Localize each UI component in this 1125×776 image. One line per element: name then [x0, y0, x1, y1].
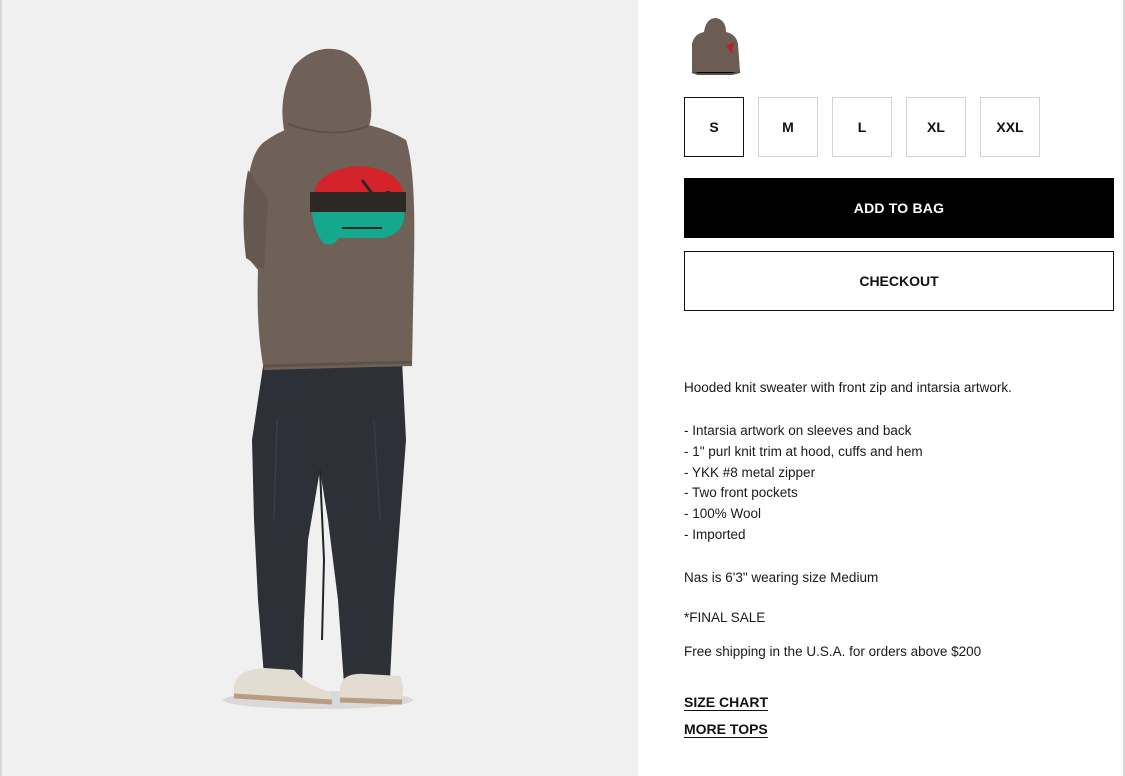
size-selector: S M L XL XXL [684, 97, 1040, 157]
feature-item: - Two front pockets [684, 485, 798, 501]
more-tops-link[interactable]: MORE TOPS [684, 716, 768, 743]
product-description: Hooded knit sweater with front zip and i… [684, 378, 1104, 662]
size-option-xl[interactable]: XL [906, 97, 966, 157]
size-chart-link[interactable]: SIZE CHART [684, 689, 768, 716]
sweater-thumbnail-image [691, 18, 741, 75]
size-option-m[interactable]: M [758, 97, 818, 157]
sweater [243, 48, 415, 371]
feature-item: - Intarsia artwork on sleeves and back [684, 423, 912, 438]
product-image[interactable] [2, 0, 638, 776]
product-details-panel: S M L XL XXL ADD TO BAG CHECKOUT Hooded … [638, 0, 1125, 776]
shipping-note: Free shipping in the U.S.A. for orders a… [684, 643, 982, 659]
checkout-button[interactable]: CHECKOUT [684, 251, 1114, 311]
feature-item: - 1" purl knit trim at hood, cuffs and h… [684, 443, 923, 459]
description-intro: Hooded knit sweater with front zip and i… [684, 380, 1012, 395]
feature-item: - 100% Wool [684, 506, 762, 522]
add-to-bag-button[interactable]: ADD TO BAG [684, 178, 1114, 238]
size-option-s[interactable]: S [684, 97, 744, 157]
pants [252, 360, 406, 692]
intarsia-artwork [310, 166, 406, 245]
feature-item: - YKK #8 metal zipper [684, 464, 816, 480]
size-option-l[interactable]: L [832, 97, 892, 157]
feature-item: - Imported [684, 526, 746, 542]
product-links: SIZE CHART MORE TOPS [684, 689, 768, 743]
product-image-panel[interactable] [0, 0, 638, 776]
fit-note: Nas is 6'3" wearing size Medium [684, 569, 879, 585]
product-thumbnail[interactable] [686, 14, 744, 78]
size-option-xxl[interactable]: XXL [980, 97, 1040, 157]
final-sale-note: *FINAL SALE [684, 609, 766, 625]
feature-list: - Intarsia artwork on sleeves and back -… [684, 421, 1104, 546]
